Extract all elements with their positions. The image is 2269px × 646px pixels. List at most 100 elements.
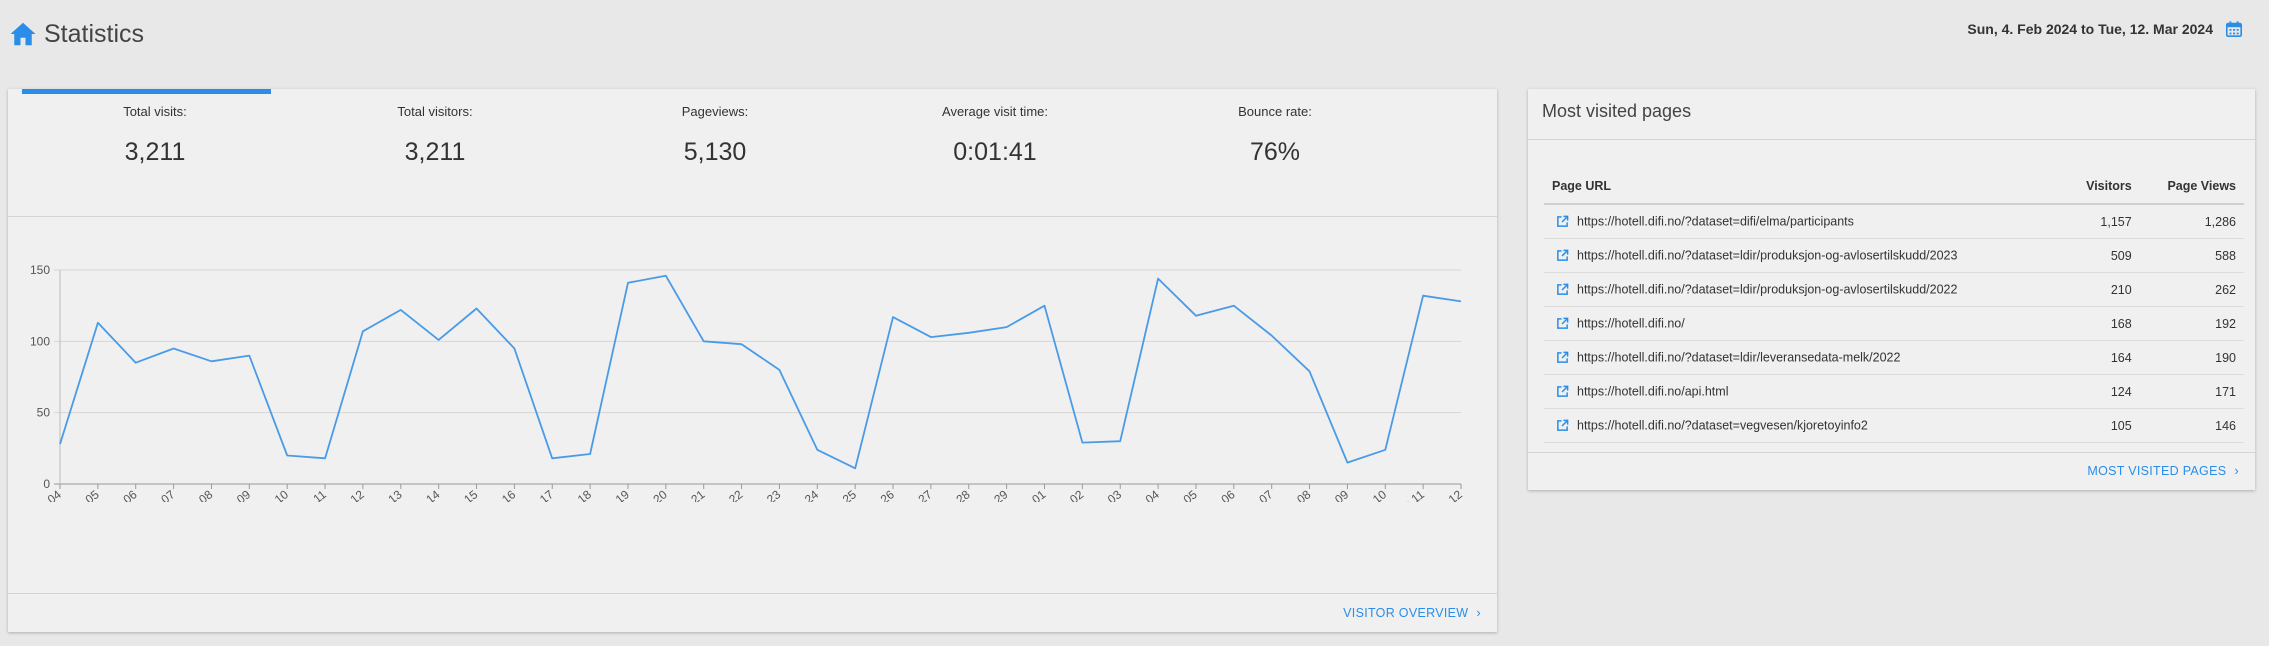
kpi-bounce-rate[interactable]: Bounce rate: 76% [1135,89,1415,216]
external-link-icon[interactable] [1556,351,1569,364]
page-views-cell: 190 [2139,340,2244,375]
x-tick-label: feb. 09 [216,487,254,502]
x-tick-label: mars 03 [1081,487,1124,502]
data-point [1231,303,1237,309]
data-point [852,465,858,471]
visits-line-chart: 050100150feb. 04feb. 05feb. 06feb. 07feb… [26,263,1465,502]
x-tick-label: feb. 11 [292,487,329,502]
kpi-label: Pageviews: [681,104,749,119]
external-link-icon[interactable] [1556,317,1569,330]
x-tick-label: feb. 12 [329,487,367,502]
x-tick-label: feb. 22 [708,487,746,502]
data-point [246,353,252,359]
page-url-cell: https://hotell.difi.no/?dataset=ldir/lev… [1544,340,2064,375]
kpi-label: Total visitors: [397,104,473,119]
kpi-pageviews[interactable]: Pageviews: 5,130 [575,89,855,216]
x-tick-label: mars 06 [1195,487,1238,502]
most-visited-pages-card: Most visited pages Page URL Visitors Pag… [1528,89,2255,490]
x-tick-label: feb. 21 [670,487,708,502]
external-link-icon[interactable] [1556,215,1569,228]
x-tick-label: mars 11 [1385,487,1427,502]
page-url: https://hotell.difi.no/?dataset=ldir/pro… [1577,282,1958,297]
kpi-total-visitors[interactable]: Total visitors: 3,211 [295,89,575,216]
x-tick-label: mars 07 [1233,487,1276,502]
card-title: Most visited pages [1542,101,1692,121]
x-tick-label: feb. 16 [481,487,519,502]
data-point [663,273,669,279]
table-row: https://hotell.difi.no/168 192 [1544,306,2244,341]
kpi-value: 76% [1249,138,1301,166]
date-range-text: Sun, 4. Feb 2024 to Tue, 12. Mar 2024 [1967,21,2213,37]
data-point [360,328,366,334]
external-link-icon[interactable] [1556,385,1569,398]
x-tick-label: feb. 18 [556,487,594,502]
x-tick-label: feb. 19 [594,487,632,502]
y-tick-label: 0 [43,477,50,491]
column-header-url[interactable]: Page URL [1544,169,2064,205]
data-point [1344,460,1350,466]
kpi-label: Average visit time: [942,104,1048,119]
page-url: https://hotell.difi.no/?dataset=ldir/lev… [1577,350,1901,365]
page-views-cell: 171 [2139,374,2244,409]
divider [1528,452,2255,453]
visitor-overview-label: VISITOR OVERVIEW [1343,605,1469,620]
y-tick-label: 150 [30,263,50,277]
data-point [814,447,820,453]
x-tick-label: feb. 10 [253,487,291,502]
data-point [474,306,480,312]
data-point [436,337,442,343]
y-tick-label: 100 [30,334,50,348]
page-url-cell: https://hotell.difi.no/ [1544,306,2064,341]
kpi-label: Bounce rate: [1238,104,1312,119]
page-url-cell: https://hotell.difi.no/api.html [1544,374,2064,409]
x-tick-label: feb. 15 [443,487,481,502]
data-point [701,338,707,344]
kpi-value: 3,211 [404,138,466,166]
data-point [284,452,290,458]
x-tick-label: feb. 14 [405,487,443,502]
data-point [322,455,328,461]
data-point [1193,313,1199,319]
column-header-visitors[interactable]: Visitors [2063,169,2140,205]
visitor-overview-link[interactable]: VISITOR OVERVIEW › [1343,605,1481,620]
kpi-average-visit-time[interactable]: Average visit time: 0:01:41 [855,89,1135,216]
data-point [1079,440,1085,446]
data-point [171,345,177,351]
data-point [890,314,896,320]
calendar-icon[interactable] [2225,20,2243,38]
pages-table: Page URL Visitors Page Views https://hot… [1544,169,2244,443]
page-url: https://hotell.difi.no/?dataset=vegvesen… [1577,418,1868,433]
most-visited-pages-label: MOST VISITED PAGES [2087,463,2227,478]
page-views-cell: 262 [2139,272,2244,307]
data-point [1307,368,1313,374]
column-header-page-views[interactable]: Page Views [2139,169,2244,205]
external-link-icon[interactable] [1556,419,1569,432]
data-point [776,367,782,373]
x-tick-label: feb. 20 [632,487,670,502]
kpi-total-visits[interactable]: Total visits: 3,211 [15,89,295,216]
page-views-cell: 146 [2139,408,2244,443]
data-point [549,455,555,461]
page-url: https://hotell.difi.no/?dataset=ldir/pro… [1577,248,1958,263]
external-link-icon[interactable] [1556,283,1569,296]
table-header-row: Page URL Visitors Page Views [1544,169,2244,205]
x-tick-label: mars 12 [1422,487,1465,502]
x-tick-label: mars 01 [1006,487,1049,502]
home-icon[interactable] [8,19,38,49]
x-tick-label: feb. 28 [935,487,973,502]
x-tick-label: mars 08 [1271,487,1314,502]
divider [1528,139,2255,140]
kpi-value: 3,211 [124,138,186,166]
y-tick-label: 50 [37,406,51,420]
x-tick-label: mars 10 [1346,487,1389,502]
date-range: Sun, 4. Feb 2024 to Tue, 12. Mar 2024 [1967,20,2243,38]
x-tick-label: feb. 05 [64,487,102,502]
kpi-value: 5,130 [683,138,747,166]
data-point [1117,438,1123,444]
most-visited-pages-link[interactable]: MOST VISITED PAGES › [2087,463,2239,478]
external-link-icon[interactable] [1556,249,1569,262]
page-views-cell: 192 [2139,306,2244,341]
chevron-right-icon: › [1476,605,1481,620]
page-views-cell: 1,286 [2139,204,2244,239]
table-row: https://hotell.difi.no/?dataset=ldir/pro… [1544,238,2244,273]
